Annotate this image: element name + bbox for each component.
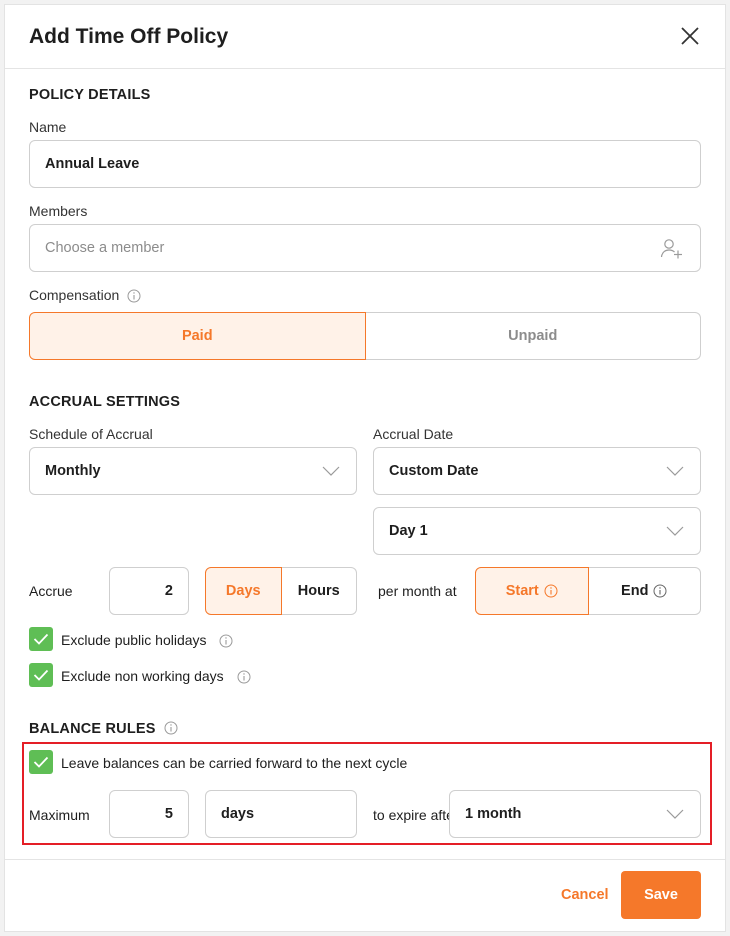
compensation-unpaid-option[interactable]: Unpaid bbox=[365, 312, 701, 360]
accrue-label: Accrue bbox=[29, 583, 73, 599]
timing-end-option[interactable]: End bbox=[588, 567, 701, 615]
info-icon[interactable] bbox=[237, 670, 251, 684]
compensation-toggle: Paid Unpaid bbox=[29, 312, 701, 360]
chevron-down-icon bbox=[666, 466, 684, 476]
accrual-date-label: Accrual Date bbox=[373, 426, 454, 442]
accrual-settings-heading: ACCRUAL SETTINGS bbox=[29, 394, 181, 410]
timing-start-option[interactable]: Start bbox=[475, 567, 589, 615]
save-button[interactable]: Save bbox=[621, 871, 701, 919]
members-input[interactable]: Choose a member bbox=[29, 224, 701, 272]
schedule-label: Schedule of Accrual bbox=[29, 426, 153, 442]
maximum-label: Maximum bbox=[29, 807, 90, 823]
schedule-value: Monthly bbox=[45, 463, 101, 479]
modal-footer bbox=[5, 859, 725, 931]
compensation-paid-option[interactable]: Paid bbox=[29, 312, 366, 360]
exclude-holidays-checkbox[interactable] bbox=[29, 627, 53, 651]
compensation-label: Compensation bbox=[29, 287, 141, 303]
expire-value: 1 month bbox=[465, 806, 522, 822]
accrual-day-value: Day 1 bbox=[389, 523, 428, 539]
accrue-timing-toggle: Start End bbox=[475, 567, 701, 615]
modal-title: Add Time Off Policy bbox=[29, 25, 229, 48]
check-icon bbox=[33, 756, 49, 768]
unit-hours-option[interactable]: Hours bbox=[281, 567, 357, 615]
check-icon bbox=[33, 633, 49, 645]
accrue-unit-toggle: Days Hours bbox=[205, 567, 357, 615]
expire-label: to expire after bbox=[373, 807, 459, 823]
close-icon[interactable] bbox=[679, 25, 701, 47]
name-input[interactable]: Annual Leave bbox=[29, 140, 701, 188]
policy-details-heading: POLICY DETAILS bbox=[29, 87, 151, 103]
exclude-non-working-checkbox[interactable] bbox=[29, 663, 53, 687]
unit-days-option[interactable]: Days bbox=[205, 567, 282, 615]
accrual-date-value: Custom Date bbox=[389, 463, 479, 479]
exclude-non-working-label: Exclude non working days bbox=[61, 668, 251, 684]
modal-header: Add Time Off Policy bbox=[5, 5, 725, 69]
exclude-holidays-label: Exclude public holidays bbox=[61, 632, 233, 648]
info-icon[interactable] bbox=[127, 289, 141, 303]
chevron-down-icon bbox=[322, 466, 340, 476]
add-time-off-policy-modal: Add Time Off Policy POLICY DETAILS Name … bbox=[5, 5, 725, 931]
carry-forward-checkbox[interactable] bbox=[29, 750, 53, 774]
check-icon bbox=[33, 669, 49, 681]
cancel-button[interactable]: Cancel bbox=[561, 887, 609, 903]
schedule-select[interactable]: Monthly bbox=[29, 447, 357, 495]
chevron-down-icon bbox=[666, 809, 684, 819]
add-member-icon[interactable] bbox=[660, 238, 684, 260]
accrual-date-select[interactable]: Custom Date bbox=[373, 447, 701, 495]
accrual-day-select[interactable]: Day 1 bbox=[373, 507, 701, 555]
accrue-amount-input[interactable]: 2 bbox=[109, 567, 189, 615]
info-icon[interactable] bbox=[653, 584, 667, 598]
info-icon[interactable] bbox=[164, 721, 178, 735]
carry-forward-label: Leave balances can be carried forward to… bbox=[61, 755, 408, 771]
members-placeholder: Choose a member bbox=[45, 240, 165, 256]
expire-select[interactable]: 1 month bbox=[449, 790, 701, 838]
maximum-amount-input[interactable]: 5 bbox=[109, 790, 189, 838]
per-month-label: per month at bbox=[378, 583, 457, 599]
members-label: Members bbox=[29, 203, 88, 219]
balance-rules-heading: BALANCE RULES bbox=[29, 721, 178, 737]
name-label: Name bbox=[29, 119, 67, 135]
info-icon[interactable] bbox=[219, 634, 233, 648]
maximum-unit-input[interactable]: days bbox=[205, 790, 357, 838]
chevron-down-icon bbox=[666, 526, 684, 536]
info-icon[interactable] bbox=[544, 584, 558, 598]
